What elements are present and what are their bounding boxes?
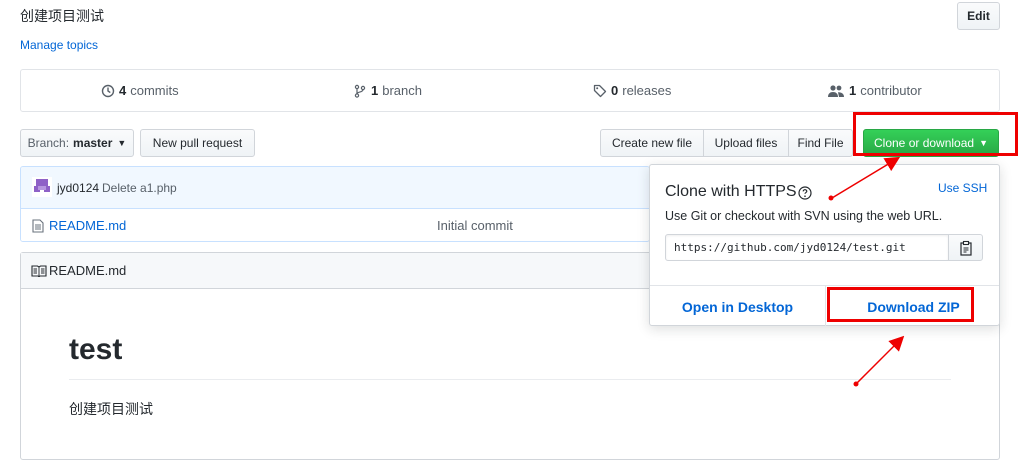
find-file-button[interactable]: Find File: [788, 129, 853, 157]
commits-label: commits: [130, 83, 179, 98]
commits-count: 4: [119, 83, 127, 98]
readme-filename: README.md: [49, 263, 127, 278]
people-icon: [828, 84, 844, 97]
repo-summary-bar: 4 commits 1 branch 0 releases 1 contribu…: [20, 69, 1000, 112]
clone-url-input[interactable]: https://github.com/jyd0124/test.git: [665, 234, 949, 261]
commits-link[interactable]: 4 commits: [101, 83, 179, 98]
releases-label: releases: [622, 83, 672, 98]
question-icon[interactable]: [798, 186, 812, 200]
manage-topics-link[interactable]: Manage topics: [20, 38, 98, 52]
new-pull-request-button[interactable]: New pull request: [140, 129, 255, 157]
use-ssh-link[interactable]: Use SSH: [938, 181, 987, 195]
copy-url-button[interactable]: [948, 234, 983, 261]
branch-name: master: [73, 136, 113, 150]
clone-description: Use Git or checkout with SVN using the w…: [665, 209, 943, 223]
releases-link[interactable]: 0 releases: [593, 83, 671, 98]
history-icon: [101, 84, 115, 97]
contributors-link[interactable]: 1 contributor: [827, 83, 922, 98]
branches-label: branch: [382, 83, 422, 98]
file-navigation: jyd0124 Delete a1.php README.md Initial …: [20, 166, 650, 242]
branch-icon: [354, 84, 366, 98]
branch-prefix: Branch:: [27, 136, 70, 150]
file-row: README.md Initial commit: [21, 209, 649, 241]
file-name-link[interactable]: README.md: [49, 218, 126, 233]
commit-message[interactable]: Delete a1.php: [102, 181, 177, 195]
contributors-count: 1: [849, 83, 857, 98]
branches-link[interactable]: 1 branch: [353, 83, 422, 98]
tag-icon: [593, 84, 607, 97]
create-new-file-button[interactable]: Create new file: [600, 129, 704, 157]
branch-select-button[interactable]: Branch: master ▼: [20, 129, 134, 157]
contributors-label: contributor: [860, 83, 922, 98]
clipboard-icon: [959, 240, 972, 256]
file-commit-message[interactable]: Initial commit: [437, 218, 513, 233]
book-icon: [31, 265, 47, 277]
readme-body: 创建项目测试: [69, 401, 153, 417]
annotation-box-clone: [853, 112, 1018, 156]
heading-divider: [69, 379, 951, 380]
commit-author[interactable]: jyd0124: [57, 181, 99, 195]
releases-count: 0: [611, 83, 619, 98]
branches-count: 1: [371, 83, 379, 98]
caret-down-icon: ▼: [117, 138, 127, 148]
edit-button[interactable]: Edit: [957, 2, 1000, 30]
annotation-box-download: [827, 287, 974, 322]
file-icon: [32, 219, 44, 233]
clone-popup-title: Clone with HTTPS: [665, 183, 797, 200]
avatar[interactable]: [32, 177, 52, 197]
readme-heading: test: [69, 333, 123, 366]
upload-files-button[interactable]: Upload files: [703, 129, 789, 157]
latest-commit-row: jyd0124 Delete a1.php: [21, 167, 649, 209]
repo-description: 创建项目测试: [20, 8, 104, 24]
clone-url-value: https://github.com/jyd0124/test.git: [674, 241, 906, 254]
open-in-desktop-button[interactable]: Open in Desktop: [650, 299, 825, 315]
